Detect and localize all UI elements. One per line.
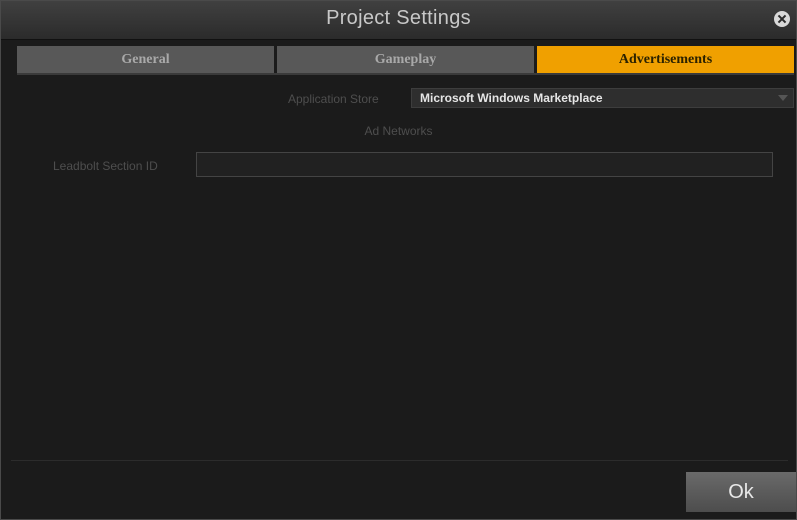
footer-divider	[11, 460, 788, 461]
chevron-down-icon	[778, 95, 788, 101]
dialog-title: Project Settings	[326, 7, 471, 29]
title-bar[interactable]: Project Settings	[1, 1, 796, 40]
ad-networks-heading: Ad Networks	[364, 124, 433, 138]
project-settings-dialog: Project Settings General Gameplay Advert…	[0, 0, 797, 520]
application-store-select[interactable]: Microsoft Windows Marketplace	[411, 88, 794, 108]
leadbolt-section-id-input[interactable]	[196, 152, 773, 177]
tab-advertisements[interactable]: Advertisements	[537, 46, 794, 73]
ok-button[interactable]: Ok	[686, 472, 796, 512]
application-store-label: Application Store	[288, 92, 379, 106]
tab-bar: General Gameplay Advertisements	[17, 46, 794, 73]
close-icon[interactable]	[774, 11, 790, 27]
tab-gameplay[interactable]: Gameplay	[277, 46, 534, 73]
tab-divider	[17, 73, 794, 75]
leadbolt-section-id-label: Leadbolt Section ID	[53, 159, 158, 173]
application-store-value: Microsoft Windows Marketplace	[420, 91, 603, 105]
tab-general[interactable]: General	[17, 46, 274, 73]
